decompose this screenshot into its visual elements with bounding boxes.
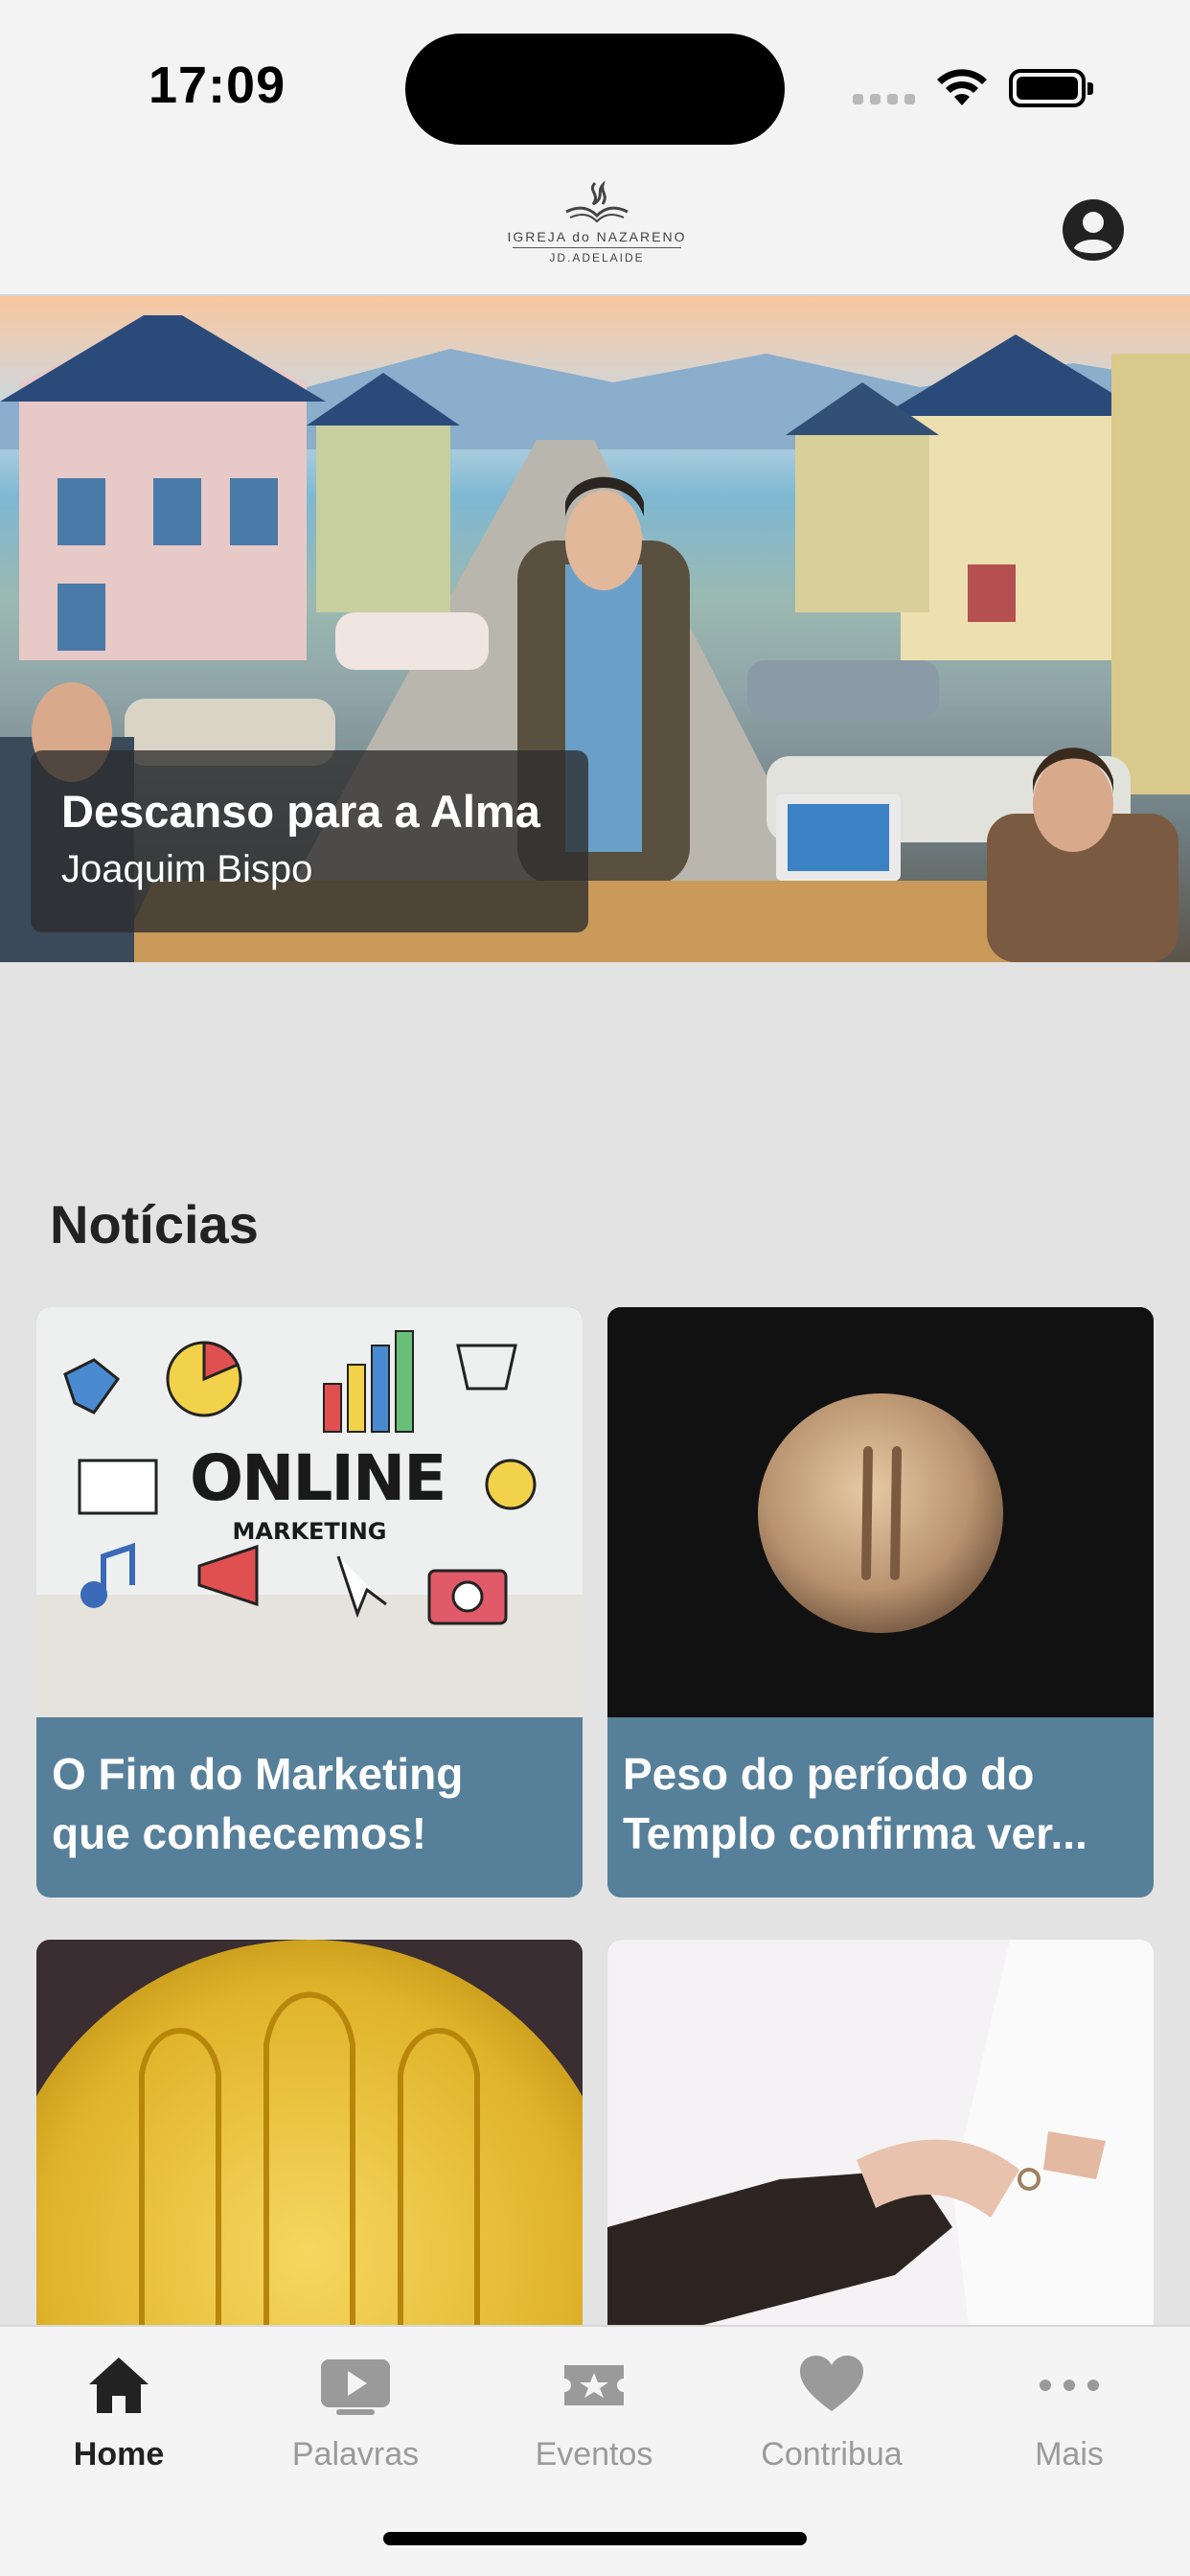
online-marketing-subtext: MARKETING [232,1518,387,1545]
dynamic-island [405,34,785,145]
app-header: IGREJA do NAZARENO JD.ADELAIDE [0,158,1190,296]
online-marketing-text: ONLINE [190,1441,446,1515]
news-card-image [36,1940,583,2350]
profile-icon[interactable] [1062,198,1125,262]
news-card[interactable]: Peso do período do Templo confirma ver..… [607,1307,1154,1898]
play-icon [321,2359,390,2415]
logo-name: IGREJA do NAZARENO [507,229,687,244]
battery-icon [1009,69,1093,107]
star-ticket-icon [564,2365,624,2405]
news-card-image [607,1307,1154,1717]
featured-sermon-banner[interactable]: Descanso para a Alma Joaquim Bispo [0,296,1190,962]
hero-caption: Descanso para a Alma Joaquim Bispo [31,750,588,932]
tab-contribua[interactable]: Contribua [726,2352,937,2473]
news-card-title: Peso do período do Templo confirma ver..… [623,1749,1087,1858]
news-card-image [607,1940,1154,2350]
news-card-title: O Fim do Marketing que conhecemos! [52,1749,464,1858]
church-logo[interactable]: IGREJA do NAZARENO JD.ADELAIDE [506,177,688,273]
home-icon [89,2358,149,2413]
news-card-image: ONLINE MARKETING [36,1307,583,1717]
wifi-icon [937,69,987,105]
more-icon [1040,2380,1099,2391]
cellular-signal-icon [853,94,915,104]
status-bar: 17:09 [0,0,1190,158]
tab-palavras[interactable]: Palavras [250,2352,461,2473]
news-card[interactable] [36,1940,583,2350]
logo-subtitle: JD.ADELAIDE [549,251,645,264]
news-card[interactable]: ONLINE MARKETING O Fim do Marketing que … [36,1307,583,1898]
tab-home[interactable]: Home [13,2352,224,2473]
flame-book-icon [565,180,629,223]
news-card[interactable] [607,1940,1154,2350]
tab-mais[interactable]: Mais [964,2352,1175,2473]
home-indicator[interactable] [383,2532,807,2545]
status-time: 17:09 [149,57,286,114]
tab-eventos[interactable]: Eventos [489,2352,699,2473]
sermon-title: Descanso para a Alma [61,786,540,837]
news-section-title: Notícias [50,1194,259,1254]
heart-icon [800,2356,863,2411]
sermon-author: Joaquim Bispo [61,848,313,890]
